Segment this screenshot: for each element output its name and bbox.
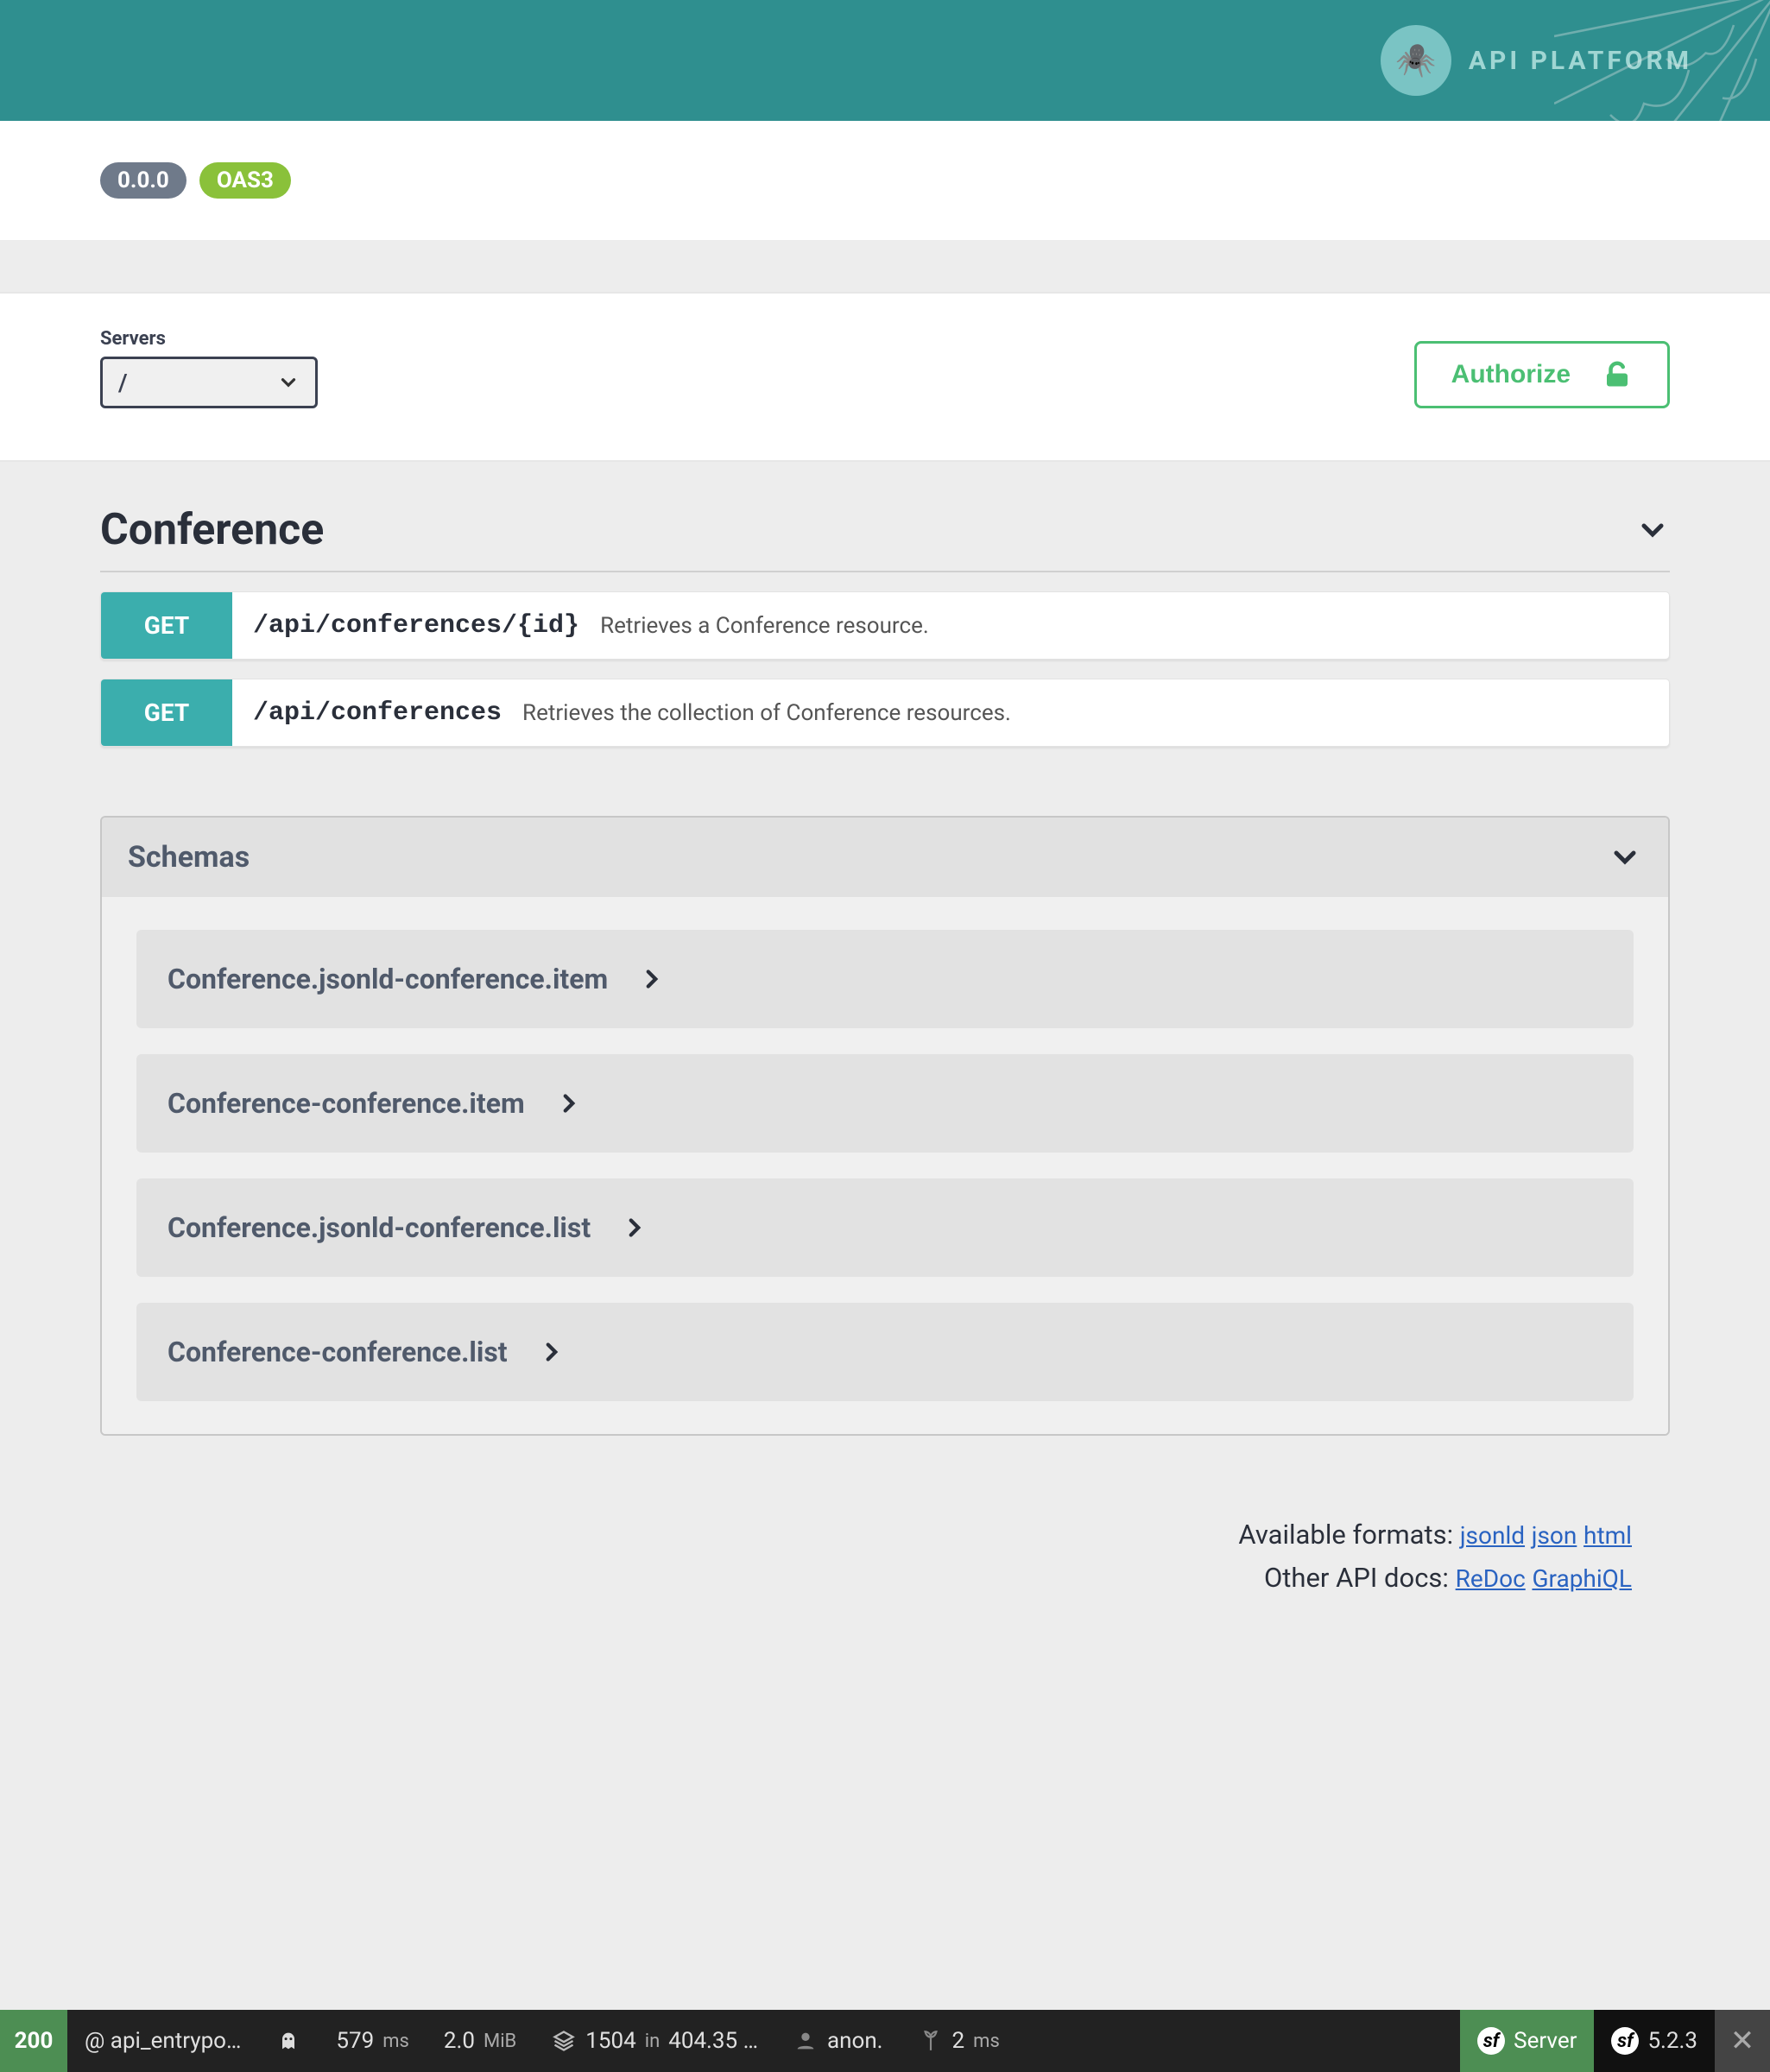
schemas-list: Conference.jsonld-conference.item Confer… (102, 897, 1668, 1434)
meta-links: Available formats: jsonld json html Othe… (0, 1470, 1770, 1599)
lock-open-icon (1602, 359, 1633, 390)
format-link[interactable]: html (1584, 1521, 1632, 1550)
toolbar-server[interactable]: sf Server (1460, 2010, 1594, 2072)
toolbar-cache[interactable]: 1504 in 404.35 … (534, 2010, 775, 2072)
twig-icon (918, 2028, 944, 2054)
operation-row[interactable]: GET /api/conferences/{id} Retrieves a Co… (100, 591, 1670, 660)
app-header: 🕷️ API PLATFORM (0, 0, 1770, 121)
toolbar-twig[interactable]: 2 ms (901, 2010, 1017, 2072)
chevron-right-icon (637, 964, 667, 994)
symfony-icon: sf (1611, 2027, 1639, 2055)
schema-item[interactable]: Conference-conference.item (136, 1054, 1634, 1153)
version-bar: 0.0.0 OAS3 (0, 121, 1770, 240)
user-icon (793, 2028, 819, 2054)
operation-description: Retrieves a Conference resource. (600, 613, 929, 639)
schema-name: Conference-conference.list (168, 1336, 508, 1368)
http-method-badge: GET (101, 592, 232, 659)
format-link[interactable]: jsonld (1460, 1521, 1525, 1550)
toolbar-time[interactable]: 579 ms (319, 2010, 427, 2072)
schemas-title: Schemas (128, 840, 250, 875)
symfony-icon: sf (1477, 2027, 1505, 2055)
servers-label: Servers (100, 328, 318, 350)
servers-selected-value: / (118, 369, 128, 397)
schemas-section: Schemas Conference.jsonld-conference.ite… (100, 816, 1670, 1436)
docs-label: Other API docs: (1264, 1562, 1449, 1594)
authorize-label: Authorize (1451, 360, 1571, 389)
operation-description: Retrieves the collection of Conference r… (522, 700, 1011, 726)
toolbar-status[interactable]: 200 (0, 2010, 67, 2072)
servers-block: Servers / (100, 328, 318, 408)
toolbar-memory[interactable]: 2.0 MiB (427, 2010, 534, 2072)
chevron-down-icon (1608, 840, 1642, 875)
servers-panel: Servers / Authorize (0, 292, 1770, 462)
brand-logo-icon: 🕷️ (1381, 25, 1451, 96)
schemas-header[interactable]: Schemas (102, 818, 1668, 897)
schema-item[interactable]: Conference-conference.list (136, 1303, 1634, 1401)
symfony-toolbar: 200 @ api_entrypo… 579 ms 2.0 MiB 1504 i… (0, 2010, 1770, 2072)
toolbar-route[interactable]: @ api_entrypo… (67, 2010, 258, 2072)
close-icon: ✕ (1730, 2024, 1755, 2058)
version-badge: 0.0.0 (100, 162, 186, 199)
chevron-down-icon (277, 371, 300, 394)
toolbar-user[interactable]: anon. (775, 2010, 901, 2072)
schema-name: Conference.jsonld-conference.list (168, 1211, 591, 1244)
operation-path: /api/conferences (232, 698, 522, 728)
schema-name: Conference.jsonld-conference.item (168, 963, 608, 995)
toolbar-close-button[interactable]: ✕ (1715, 2010, 1770, 2072)
http-method-badge: GET (101, 679, 232, 746)
docs-link[interactable]: GraphiQL (1532, 1564, 1632, 1593)
toolbar-ghost-icon[interactable] (258, 2010, 319, 2072)
spec-badge: OAS3 (199, 162, 291, 199)
formats-label: Available formats: (1238, 1519, 1453, 1551)
chevron-down-icon (1635, 513, 1670, 547)
toolbar-symfony-version[interactable]: sf 5.2.3 (1594, 2010, 1715, 2072)
ghost-icon (275, 2028, 301, 2054)
format-link[interactable]: json (1532, 1521, 1577, 1550)
schema-item[interactable]: Conference.jsonld-conference.item (136, 930, 1634, 1028)
schema-name: Conference-conference.item (168, 1087, 525, 1120)
chevron-right-icon (554, 1089, 584, 1118)
brand-name: API PLATFORM (1469, 46, 1692, 76)
docs-link[interactable]: ReDoc (1456, 1564, 1526, 1593)
schema-item[interactable]: Conference.jsonld-conference.list (136, 1178, 1634, 1277)
operation-row[interactable]: GET /api/conferences Retrieves the colle… (100, 679, 1670, 747)
operation-path: /api/conferences/{id} (232, 611, 600, 641)
section-header[interactable]: Conference (100, 505, 1670, 572)
chevron-right-icon (620, 1213, 649, 1242)
chevron-right-icon (537, 1337, 566, 1367)
layers-icon (551, 2028, 577, 2054)
section-title: Conference (100, 505, 324, 555)
servers-select[interactable]: / (100, 357, 318, 408)
brand: 🕷️ API PLATFORM (1381, 25, 1692, 96)
authorize-button[interactable]: Authorize (1414, 341, 1670, 408)
